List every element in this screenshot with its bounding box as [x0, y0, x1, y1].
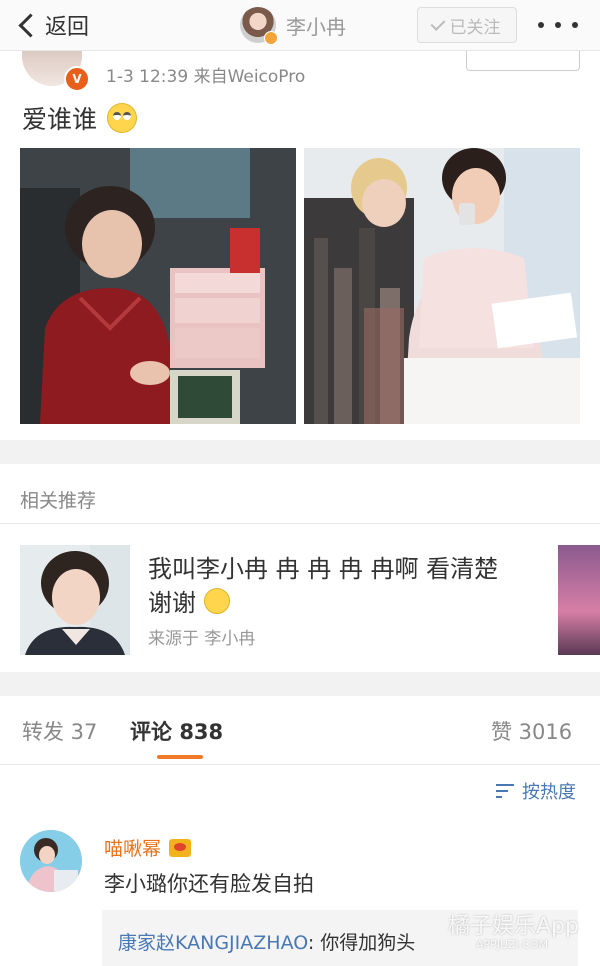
nav-user[interactable]: 李小冉: [240, 6, 346, 45]
comment-username[interactable]: 喵啾幂: [104, 834, 192, 861]
related-item-title-text: 我叫李小冉 冉 冉 冉 冉啊 看清楚 谢谢: [148, 555, 499, 617]
follow-label: 已关注: [449, 17, 501, 38]
back-label: 返回: [45, 15, 90, 40]
post-text: 爱谁谁: [22, 100, 138, 136]
related-item-title[interactable]: 我叫李小冉 冉 冉 冉 冉啊 看清楚 谢谢: [148, 552, 508, 620]
related-title: 相关推荐: [20, 490, 97, 512]
tab-comments-count: 838: [179, 720, 224, 744]
vip-crown-icon: [169, 838, 192, 857]
verified-icon: [264, 31, 278, 45]
comment-avatar[interactable]: [20, 830, 82, 892]
eye-roll-emoji-icon: [107, 103, 138, 133]
tab-likes[interactable]: 赞 3016: [491, 716, 572, 746]
sort-by-hot-button[interactable]: 按热度: [496, 778, 576, 804]
verified-icon: V: [64, 66, 90, 92]
photo-2-illustration: [304, 148, 580, 424]
watermark: 橘子娱乐App: [448, 914, 579, 939]
chevron-left-icon: [18, 12, 43, 38]
related-item-source: 来源于 李小冉: [148, 629, 256, 649]
shush-emoji-icon: [203, 588, 230, 614]
post-photo-2[interactable]: [304, 148, 580, 424]
post-text-content: 爱谁谁: [22, 105, 98, 134]
reply-username[interactable]: 康家赵KANGJIAZHAO: [118, 932, 308, 954]
comment-avatar-illustration: [20, 830, 82, 892]
back-button[interactable]: 返回: [16, 8, 89, 42]
tab-repost[interactable]: 转发 37: [22, 716, 97, 746]
top-navbar: 返回 李小冉 已关注: [0, 0, 600, 51]
watermark-sub: APPJUZI.COM: [476, 938, 548, 951]
avatar: [240, 7, 278, 45]
section-divider: [0, 672, 600, 696]
photo-1-illustration: [20, 148, 296, 424]
comment-username-text: 喵啾幂: [104, 838, 162, 860]
related-thumbnail-next[interactable]: [558, 545, 600, 655]
comment-text: 李小璐你还有脸发自拍: [104, 872, 314, 896]
related-thumbnail-illustration: [20, 545, 130, 655]
tab-comments[interactable]: 评论 838: [130, 716, 223, 746]
tab-comments-label: 评论: [130, 720, 172, 744]
more-icon[interactable]: [538, 20, 578, 30]
divider: [0, 764, 600, 765]
sort-icon: [496, 784, 514, 798]
divider: [0, 523, 600, 524]
nav-user-name: 李小冉: [286, 14, 346, 39]
sort-label: 按热度: [522, 782, 576, 803]
reply-content: : 你得加狗头: [307, 932, 416, 954]
follow-button[interactable]: 已关注: [417, 7, 517, 43]
related-thumbnail[interactable]: [20, 545, 130, 655]
section-divider: [0, 440, 600, 464]
post-meta: 1-3 12:39 来自WeicoPro: [106, 67, 306, 87]
reply-text: 康家赵KANGJIAZHAO: 你得加狗头: [118, 928, 415, 955]
post-photo-1[interactable]: [20, 148, 296, 424]
check-icon: [430, 15, 445, 31]
active-tab-indicator: [157, 755, 203, 759]
